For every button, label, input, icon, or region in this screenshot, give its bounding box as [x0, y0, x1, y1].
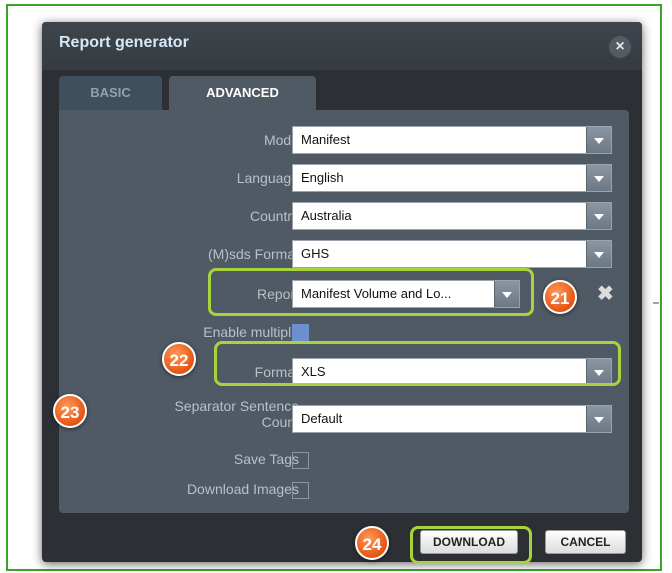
remove-icon[interactable]: ✖ [597, 281, 614, 306]
format-highlight [214, 341, 621, 386]
separator-label-line1: Separator Sentence [174, 398, 299, 414]
language-label: Language [236, 170, 299, 186]
chevron-down-icon[interactable] [586, 165, 611, 191]
msds-format-label: (M)sds Format [208, 246, 299, 262]
tab-basic[interactable]: BASIC [59, 76, 162, 110]
chevron-down-icon[interactable] [586, 127, 611, 153]
save-tags-checkbox[interactable] [292, 452, 309, 469]
download-highlight [410, 526, 532, 564]
annotation-badge-24: 24 [355, 526, 389, 560]
annotation-badge-22: 22 [162, 342, 196, 376]
country-row: Country Australia [59, 202, 629, 232]
msds-format-value: GHS [301, 246, 330, 261]
dialog-title: Report generator [59, 34, 189, 51]
enable-multiple-checkbox[interactable] [292, 324, 309, 341]
download-images-label: Download Images [186, 481, 299, 497]
language-select[interactable]: English [292, 164, 612, 192]
download-images-row: Download Images [59, 475, 629, 505]
msds-format-row: (M)sds Format GHS [59, 240, 629, 270]
enable-multiple-label: Enable multiple [203, 324, 299, 340]
separator-row: Separator Sentence Count Default [59, 398, 629, 438]
cancel-button[interactable]: CANCEL [545, 530, 626, 554]
chevron-down-icon[interactable] [586, 406, 611, 432]
download-images-checkbox[interactable] [292, 482, 309, 499]
annotation-badge-21: 21 [543, 280, 577, 314]
mode-value: Manifest [301, 132, 351, 147]
mode-row: Mode Manifest [59, 126, 629, 156]
mode-select[interactable]: Manifest [292, 126, 612, 154]
close-icon[interactable]: × [609, 36, 631, 58]
language-value: English [301, 170, 344, 185]
report-highlight [208, 268, 534, 316]
tab-advanced[interactable]: ADVANCED [169, 76, 316, 110]
country-value: Australia [301, 208, 352, 223]
separator-label: Separator Sentence Count [174, 398, 299, 430]
save-tags-row: Save Tags [59, 445, 629, 475]
chevron-down-icon[interactable] [586, 203, 611, 229]
country-select[interactable]: Australia [292, 202, 612, 230]
annotation-badge-23: 23 [53, 394, 87, 428]
chevron-down-icon[interactable] [586, 241, 611, 267]
save-tags-label: Save Tags [233, 451, 299, 467]
separator-value: Default [301, 411, 343, 426]
language-row: Language English [59, 164, 629, 194]
dialog-titlebar: Report generator × [42, 22, 642, 70]
edge-dash [653, 302, 659, 304]
msds-format-select[interactable]: GHS [292, 240, 612, 268]
separator-select[interactable]: Default [292, 405, 612, 433]
